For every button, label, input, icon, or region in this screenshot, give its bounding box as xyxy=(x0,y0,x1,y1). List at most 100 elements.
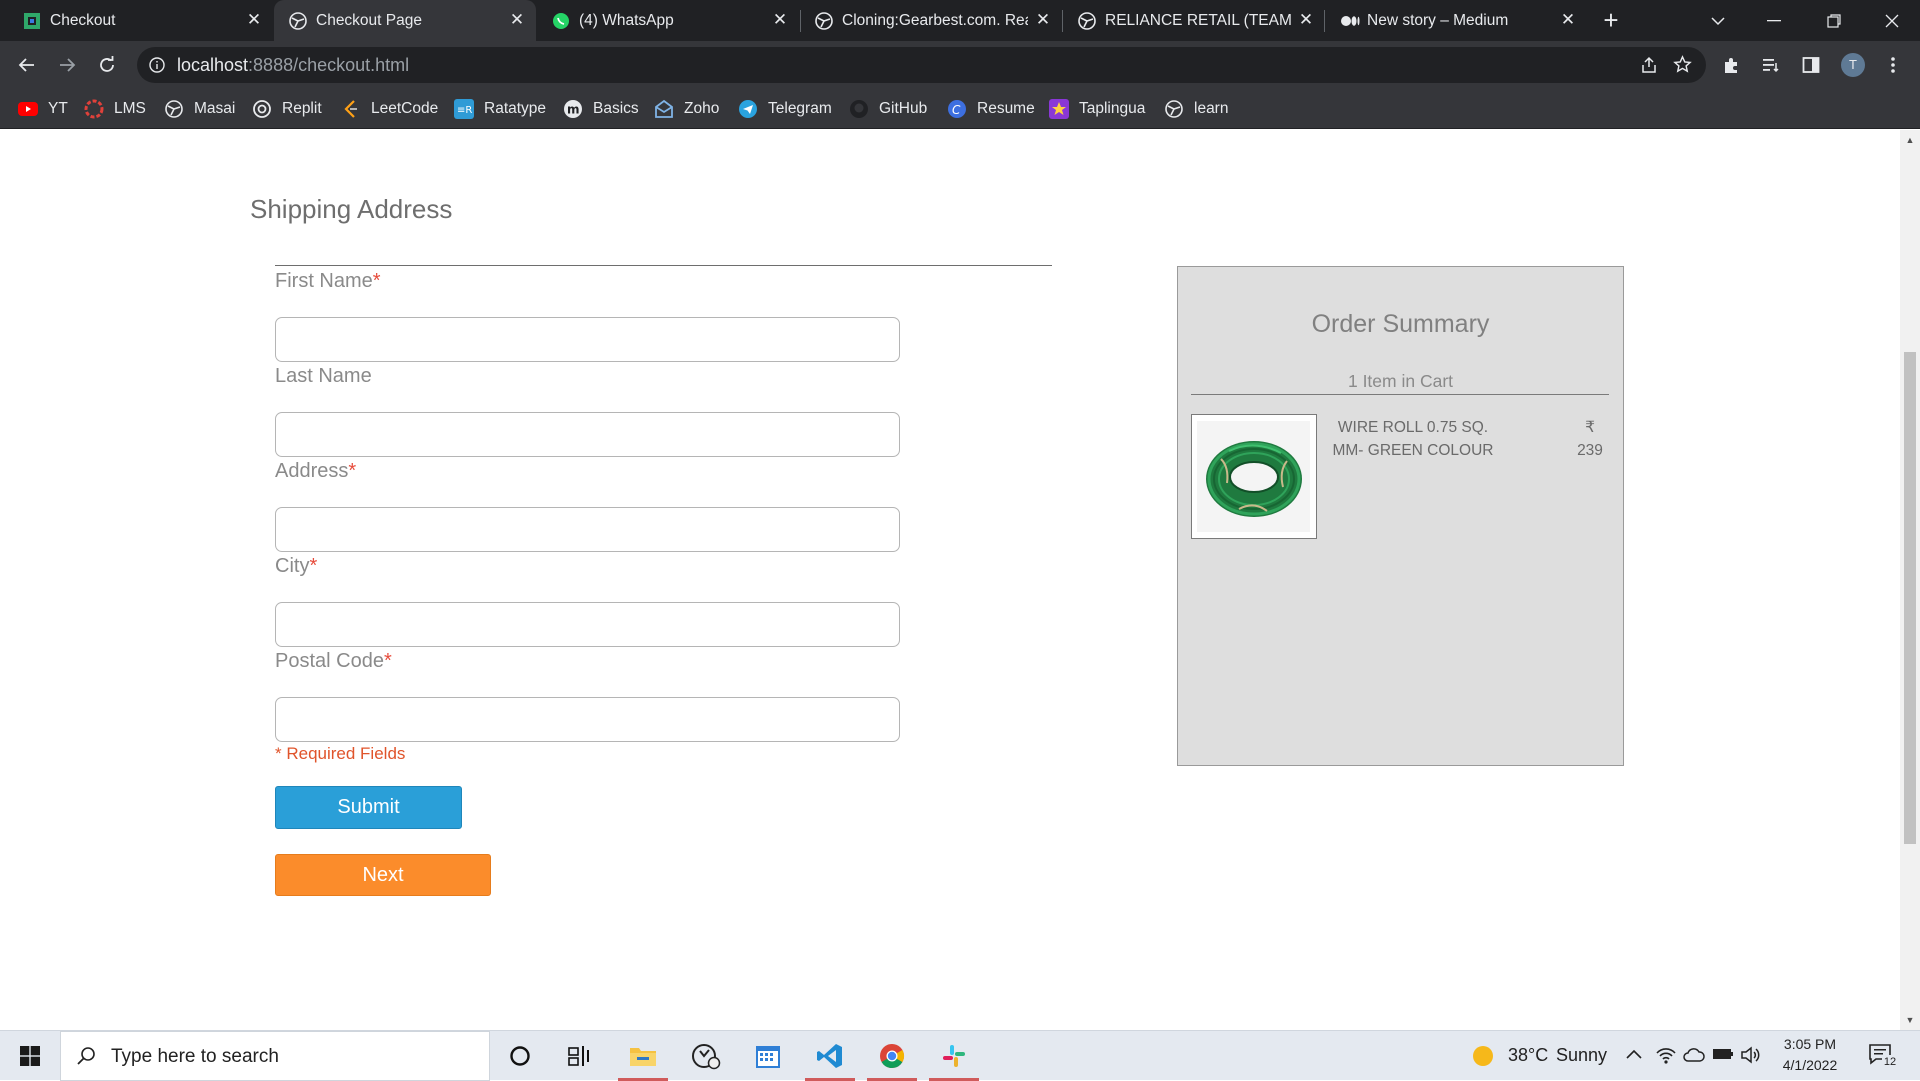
forward-button[interactable] xyxy=(52,50,82,80)
bookmark-label: YT xyxy=(48,100,68,117)
bookmark-ratatype[interactable]: ≡R Ratatype xyxy=(454,89,546,129)
bookmark-telegram[interactable]: Telegram xyxy=(738,89,832,129)
bookmark-replit[interactable]: Replit xyxy=(252,89,322,129)
price-value: 239 xyxy=(1577,442,1603,459)
close-icon[interactable]: ✕ xyxy=(771,11,789,29)
weather-sun-icon[interactable] xyxy=(1472,1045,1494,1072)
svg-text:≡R: ≡R xyxy=(457,105,472,116)
basics-icon: m xyxy=(563,99,583,119)
tab-cloning-gearbest[interactable]: Cloning:Gearbest.com. React ✕ xyxy=(800,0,1062,41)
bookmark-zoho[interactable]: Zoho xyxy=(654,89,719,129)
zoho-icon xyxy=(654,99,674,119)
bookmark-label: Basics xyxy=(593,100,639,117)
reload-button[interactable] xyxy=(92,50,122,80)
menu-dots-icon[interactable] xyxy=(1878,50,1908,80)
tab-medium[interactable]: New story – Medium ✕ xyxy=(1325,0,1587,41)
tray-chevron-up-icon[interactable] xyxy=(1626,1047,1642,1065)
network-icon[interactable] xyxy=(1655,1045,1677,1070)
yoshi-icon[interactable] xyxy=(681,1031,731,1081)
scroll-down-arrow-icon[interactable]: ▼ xyxy=(1900,1012,1920,1028)
windows-taskbar: Type here to search 38°C Sunny 3:05 PM 4… xyxy=(0,1030,1920,1081)
vscode-icon[interactable] xyxy=(805,1031,855,1081)
checkout-page: Shipping Address First Name* Last Name A… xyxy=(0,130,1900,1030)
onedrive-cloud-icon[interactable] xyxy=(1683,1045,1705,1070)
tab-reliance-retail[interactable]: RELIANCE RETAIL (TEAM — ✕ xyxy=(1063,0,1325,41)
start-button[interactable] xyxy=(0,1031,60,1081)
profile-avatar[interactable]: T xyxy=(1838,50,1868,80)
globe-icon xyxy=(164,99,184,119)
next-button[interactable]: Next xyxy=(275,854,491,896)
file-explorer-icon[interactable] xyxy=(618,1031,668,1081)
close-icon[interactable]: ✕ xyxy=(1559,11,1577,29)
weather-description[interactable]: Sunny xyxy=(1556,1045,1607,1066)
restore-button[interactable] xyxy=(1806,0,1862,41)
clock-date[interactable]: 4/1/2022 xyxy=(1775,1057,1845,1073)
first-name-field[interactable] xyxy=(275,317,900,362)
taskbar-search-box[interactable]: Type here to search xyxy=(60,1031,490,1081)
last-name-label: Last Name xyxy=(275,365,372,387)
bookmark-github[interactable]: GitHub xyxy=(849,89,927,129)
reading-list-icon[interactable] xyxy=(1756,50,1786,80)
share-icon[interactable] xyxy=(1640,56,1658,79)
tab-checkout-page[interactable]: Checkout Page ✕ xyxy=(274,0,536,41)
bookmark-star-icon[interactable] xyxy=(1673,55,1692,79)
submit-button[interactable]: Submit xyxy=(275,786,462,829)
chrome-icon[interactable] xyxy=(867,1031,917,1081)
bookmark-label: learn xyxy=(1194,100,1229,117)
extensions-puzzle-icon[interactable] xyxy=(1716,50,1746,80)
close-icon[interactable]: ✕ xyxy=(508,11,526,29)
postal-code-field[interactable] xyxy=(275,697,900,742)
cortana-icon[interactable] xyxy=(495,1031,545,1081)
city-field[interactable] xyxy=(275,602,900,647)
bookmark-masai[interactable]: Masai xyxy=(164,89,235,129)
cart-item-price: ₹ 239 xyxy=(1572,416,1608,462)
address-bar[interactable]: localhost:8888/checkout.html xyxy=(137,47,1706,83)
youtube-icon xyxy=(18,99,38,119)
address-field[interactable] xyxy=(275,507,900,552)
taplingua-icon xyxy=(1049,99,1069,119)
bookmark-label: LeetCode xyxy=(371,100,439,117)
notification-center-icon[interactable]: 12 xyxy=(1868,1043,1898,1069)
globe-icon xyxy=(815,12,833,30)
replit-icon xyxy=(252,99,272,119)
bookmark-label: Resume xyxy=(977,100,1035,117)
cart-item-image[interactable] xyxy=(1191,414,1317,539)
task-view-icon[interactable] xyxy=(555,1031,605,1081)
close-window-button[interactable] xyxy=(1864,0,1920,41)
bookmark-label: Zoho xyxy=(684,100,720,117)
tab-search-chevron-icon[interactable] xyxy=(1690,0,1746,41)
bookmark-yt[interactable]: YT xyxy=(18,89,68,129)
bookmark-lms[interactable]: LMS xyxy=(84,89,146,129)
resume-icon: C xyxy=(947,99,967,119)
clock-time[interactable]: 3:05 PM xyxy=(1780,1036,1840,1052)
site-info-icon[interactable] xyxy=(149,57,165,78)
bookmark-learn[interactable]: learn xyxy=(1164,89,1228,129)
lms-icon xyxy=(84,99,104,119)
close-icon[interactable]: ✕ xyxy=(1034,11,1052,29)
tab-checkout[interactable]: Checkout ✕ xyxy=(8,0,273,41)
cart-item-count: 1 Item in Cart xyxy=(1347,371,1454,391)
telegram-icon xyxy=(738,99,758,119)
bookmark-basics[interactable]: m Basics xyxy=(563,89,639,129)
back-button[interactable] xyxy=(12,50,42,80)
close-icon[interactable]: ✕ xyxy=(1297,11,1315,29)
weather-temperature[interactable]: 38°C xyxy=(1508,1045,1548,1066)
bookmark-taplingua[interactable]: Taplingua xyxy=(1049,89,1145,129)
minimize-button[interactable] xyxy=(1746,0,1802,41)
last-name-field[interactable] xyxy=(275,412,900,457)
page-scrollbar[interactable]: ▲ ▼ xyxy=(1900,130,1920,1030)
globe-icon xyxy=(1164,99,1184,119)
slack-icon[interactable] xyxy=(929,1031,979,1081)
tab-title: Checkout Page xyxy=(316,11,422,29)
new-tab-button[interactable]: + xyxy=(1598,7,1624,34)
calendar-icon[interactable] xyxy=(743,1031,793,1081)
close-icon[interactable]: ✕ xyxy=(245,11,263,29)
scroll-up-arrow-icon[interactable]: ▲ xyxy=(1900,132,1920,148)
bookmark-leetcode[interactable]: LeetCode xyxy=(341,89,438,129)
tab-whatsapp[interactable]: (4) WhatsApp ✕ xyxy=(537,0,799,41)
volume-icon[interactable] xyxy=(1740,1045,1762,1070)
side-panel-icon[interactable] xyxy=(1796,50,1826,80)
scrollbar-thumb[interactable] xyxy=(1904,352,1916,844)
bookmark-resume[interactable]: C Resume xyxy=(947,89,1035,129)
battery-icon[interactable] xyxy=(1712,1047,1734,1066)
